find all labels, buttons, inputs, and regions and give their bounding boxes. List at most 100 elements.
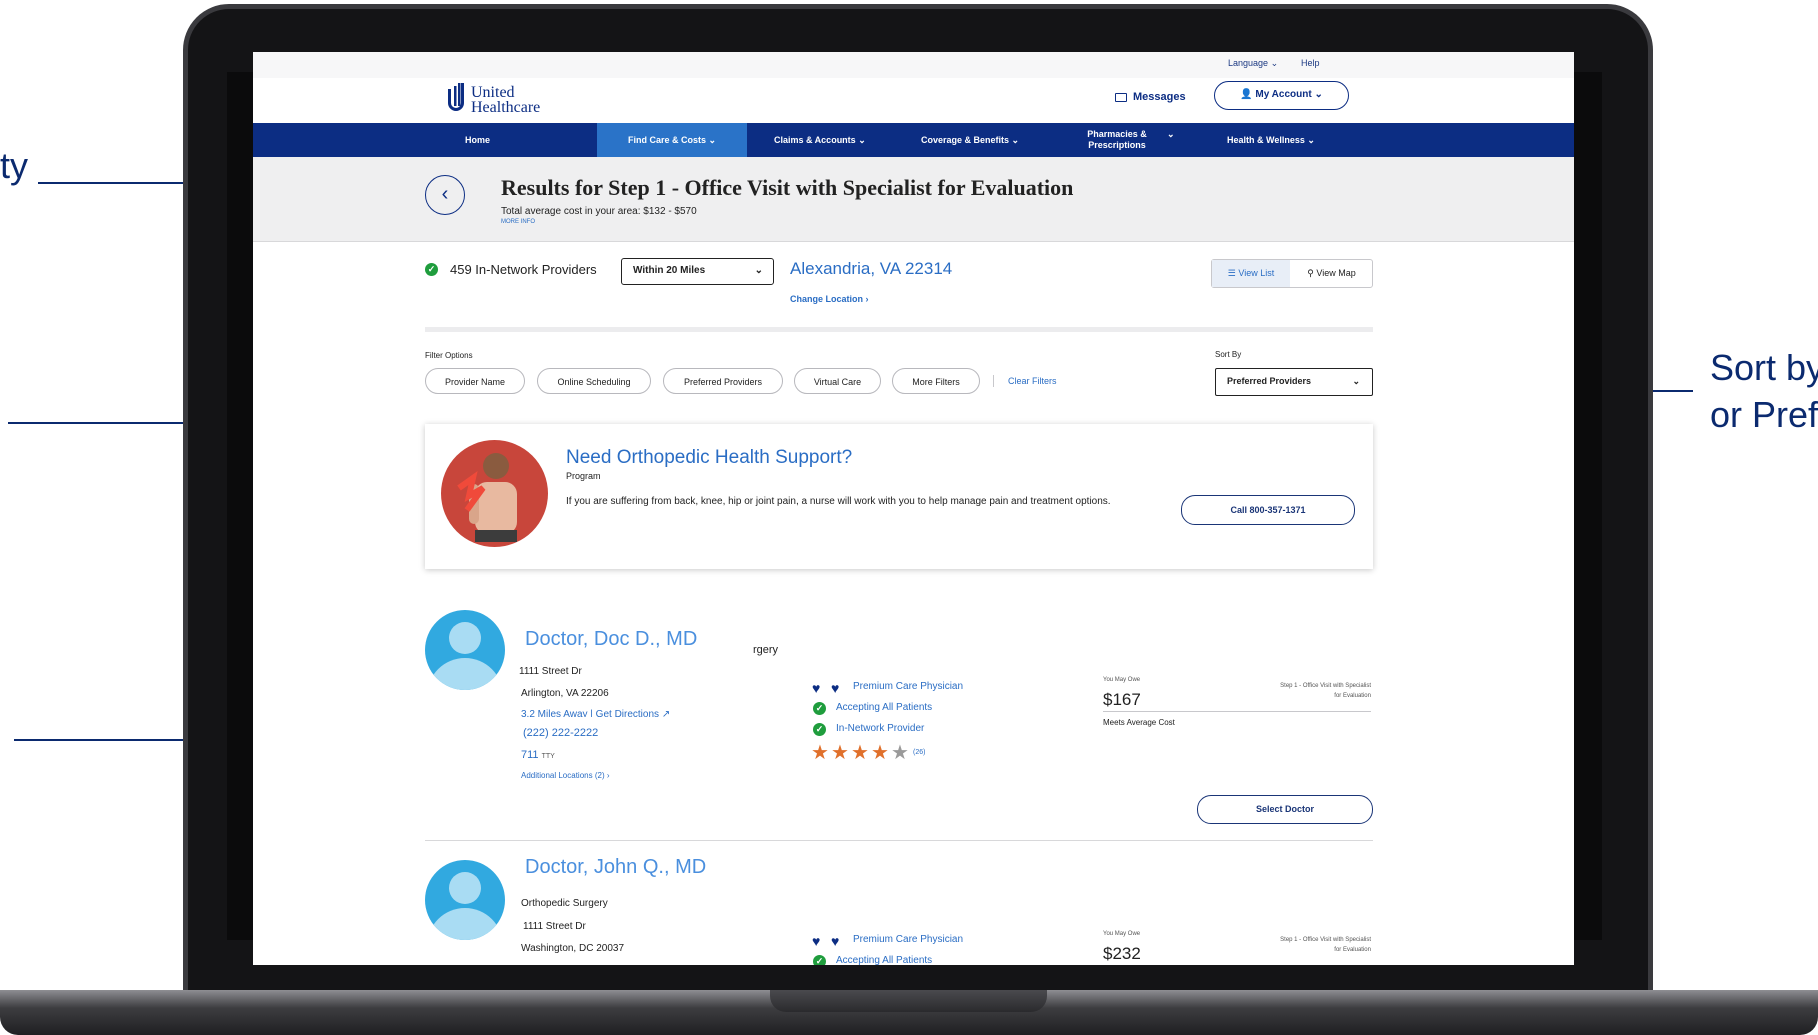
avatar [425, 860, 505, 940]
filter-preferred-providers[interactable]: Preferred Providers [663, 368, 783, 394]
chevron-down-icon: ⌄ [858, 135, 866, 145]
chevron-down-icon: ⌄ [1314, 89, 1323, 100]
check-circle-icon: ✓ [425, 263, 438, 276]
filter-virtual-care[interactable]: Virtual Care [794, 368, 881, 394]
avatar [425, 610, 505, 690]
doctor-city: Washington, DC 20037 [521, 943, 625, 954]
chevron-down-icon: ⌄ [708, 135, 717, 145]
star-icon: ★ [851, 742, 869, 764]
sort-by-label: Sort By [1215, 350, 1242, 359]
pain-figure-icon [457, 453, 517, 542]
nav-pharmacies-label-2: Prescriptions [1088, 140, 1146, 150]
doctor-phone[interactable]: (222) 222-2222 [523, 727, 598, 739]
owe-divider [1103, 711, 1371, 712]
additional-locations-link[interactable]: Additional Locations (2) › [521, 771, 610, 780]
view-map-button[interactable]: ⚲ View Map [1291, 260, 1372, 287]
star-icon: ★ [891, 742, 909, 764]
page-title: Results for Step 1 - Office Visit with S… [501, 175, 1074, 200]
nav-coverage[interactable]: Coverage & Benefits ⌄ [921, 123, 1019, 157]
more-info-link[interactable]: MORE INFO [501, 219, 535, 225]
site-header: United Healthcare Messages 👤 My Account … [253, 78, 1574, 124]
doctor-street: 1111 Street Dr [519, 666, 582, 677]
select-doctor-button[interactable]: Select Doctor [1197, 795, 1373, 824]
filter-provider-name[interactable]: Provider Name [425, 368, 525, 394]
nav-health-wellness[interactable]: Health & Wellness ⌄ [1227, 123, 1315, 157]
owe-amount: $167 [1103, 690, 1141, 709]
nav-health-label: Health & Wellness [1227, 135, 1305, 145]
nav-home[interactable]: Home [465, 123, 510, 157]
owe-label: You May Owe [1103, 677, 1141, 683]
filter-more-filters[interactable]: More Filters [892, 368, 980, 394]
view-list-button[interactable]: ☰ View List [1212, 260, 1290, 287]
doctor-name[interactable]: Doctor, Doc D., MD [525, 628, 697, 651]
heart-icon: ♥ [812, 933, 821, 949]
user-icon: 👤 [1240, 89, 1253, 100]
help-link[interactable]: Help [1301, 58, 1320, 68]
view-map-label: View Map [1316, 268, 1356, 278]
badge-accepting-patients: Accepting All Patients [836, 955, 933, 965]
filter-separator [993, 375, 994, 387]
sort-select[interactable]: Preferred Providers ⌄ [1215, 368, 1373, 396]
nav-claims[interactable]: Claims & Accounts ⌄ [774, 123, 866, 157]
logo[interactable]: United Healthcare [446, 83, 566, 119]
doctor-specialty: rgery [753, 644, 779, 656]
location-text: Alexandria, VA 22314 [790, 259, 953, 278]
check-circle-icon: ✓ [813, 702, 826, 715]
messages-link[interactable]: Messages [1115, 91, 1186, 103]
nav-pharmacies-label-1: Pharmacies & [1087, 129, 1147, 139]
check-circle-icon: ✓ [813, 723, 826, 736]
heart-icon: ♥ [831, 933, 840, 949]
doctor-tty[interactable]: 711 TTY [521, 749, 555, 761]
clear-filters-link[interactable]: Clear Filters [1008, 376, 1057, 386]
list-icon: ☰ [1227, 268, 1236, 278]
badge-premium-care[interactable]: Premium Care Physician [853, 934, 963, 945]
doctor-street: 1111 Street Dr [523, 921, 586, 932]
divider [425, 327, 1373, 332]
average-cost-text: Total average cost in your area: $132 - … [501, 206, 697, 217]
doctor-name[interactable]: Doctor, John Q., MD [525, 856, 706, 879]
back-arrow-icon: ‹ [441, 183, 449, 205]
provider-count: 459 In-Network Providers [450, 262, 597, 277]
view-list-label: View List [1238, 268, 1275, 278]
change-location-label: Change Location [790, 294, 864, 304]
chevron-down-icon: ⌄ [1011, 135, 1020, 145]
nav-find-care[interactable]: Find Care & Costs ⌄ [597, 123, 747, 157]
nav-pharmacies[interactable]: Pharmacies & Prescriptions ⌄ [1085, 123, 1195, 157]
doctor-distance: 3.2 Miles Away [521, 709, 588, 717]
step-label-1: Step 1 - Office Visit with Specialist [1280, 937, 1371, 943]
chevron-down-icon: ⌄ [1307, 135, 1315, 145]
filter-online-scheduling[interactable]: Online Scheduling [537, 368, 651, 394]
program-title[interactable]: Need Orthopedic Health Support? [566, 447, 852, 469]
utility-bar: Language ⌄ Help [253, 52, 1574, 78]
laptop-notch [770, 990, 1047, 1012]
my-account-label: My Account [1255, 89, 1312, 100]
language-menu[interactable]: Language ⌄ [1228, 58, 1278, 69]
back-button[interactable]: ‹ [425, 175, 465, 215]
callout-text-right-2: or Pref [1710, 394, 1818, 435]
envelope-icon [1115, 92, 1127, 102]
nav-find-care-label: Find Care & Costs [627, 135, 706, 145]
owe-note: Meets Average Cost [1103, 718, 1175, 727]
logo-text-healthcare: Healthcare [471, 99, 541, 116]
distance-select[interactable]: Within 20 Miles ⌄ [621, 258, 774, 285]
badge-premium-care[interactable]: Premium Care Physician [853, 681, 963, 692]
badge-in-network: In-Network Provider [836, 723, 925, 734]
view-toggle: ☰ View List ⚲ View Map [1211, 259, 1373, 288]
row-divider [425, 840, 1373, 841]
results-header: ‹ Results for Step 1 - Office Visit with… [253, 157, 1574, 242]
review-count[interactable]: (26) [913, 749, 925, 756]
doctor-specialty: Orthopedic Surgery [521, 898, 608, 909]
orthopedic-illustration [441, 440, 548, 547]
badge-accepting-patients: Accepting All Patients [836, 702, 933, 713]
change-location-link[interactable]: Change Location › [790, 294, 869, 304]
tty-number: 711 [521, 749, 539, 761]
get-directions-link[interactable]: Get Directions [596, 709, 659, 717]
step-label-2: for Evaluation [1334, 693, 1371, 699]
doctor-distance-row: 3.2 Miles Away | Get Directions ↗ [521, 709, 670, 717]
owe-amount: $232 [1103, 944, 1141, 963]
call-button[interactable]: Call 800-357-1371 [1181, 495, 1355, 525]
nav-coverage-label: Coverage & Benefits [921, 135, 1010, 145]
nav-claims-label: Claims & Accounts [774, 135, 856, 145]
my-account-button[interactable]: 👤 My Account ⌄ [1214, 81, 1349, 110]
external-link-icon: ↗ [661, 709, 671, 717]
